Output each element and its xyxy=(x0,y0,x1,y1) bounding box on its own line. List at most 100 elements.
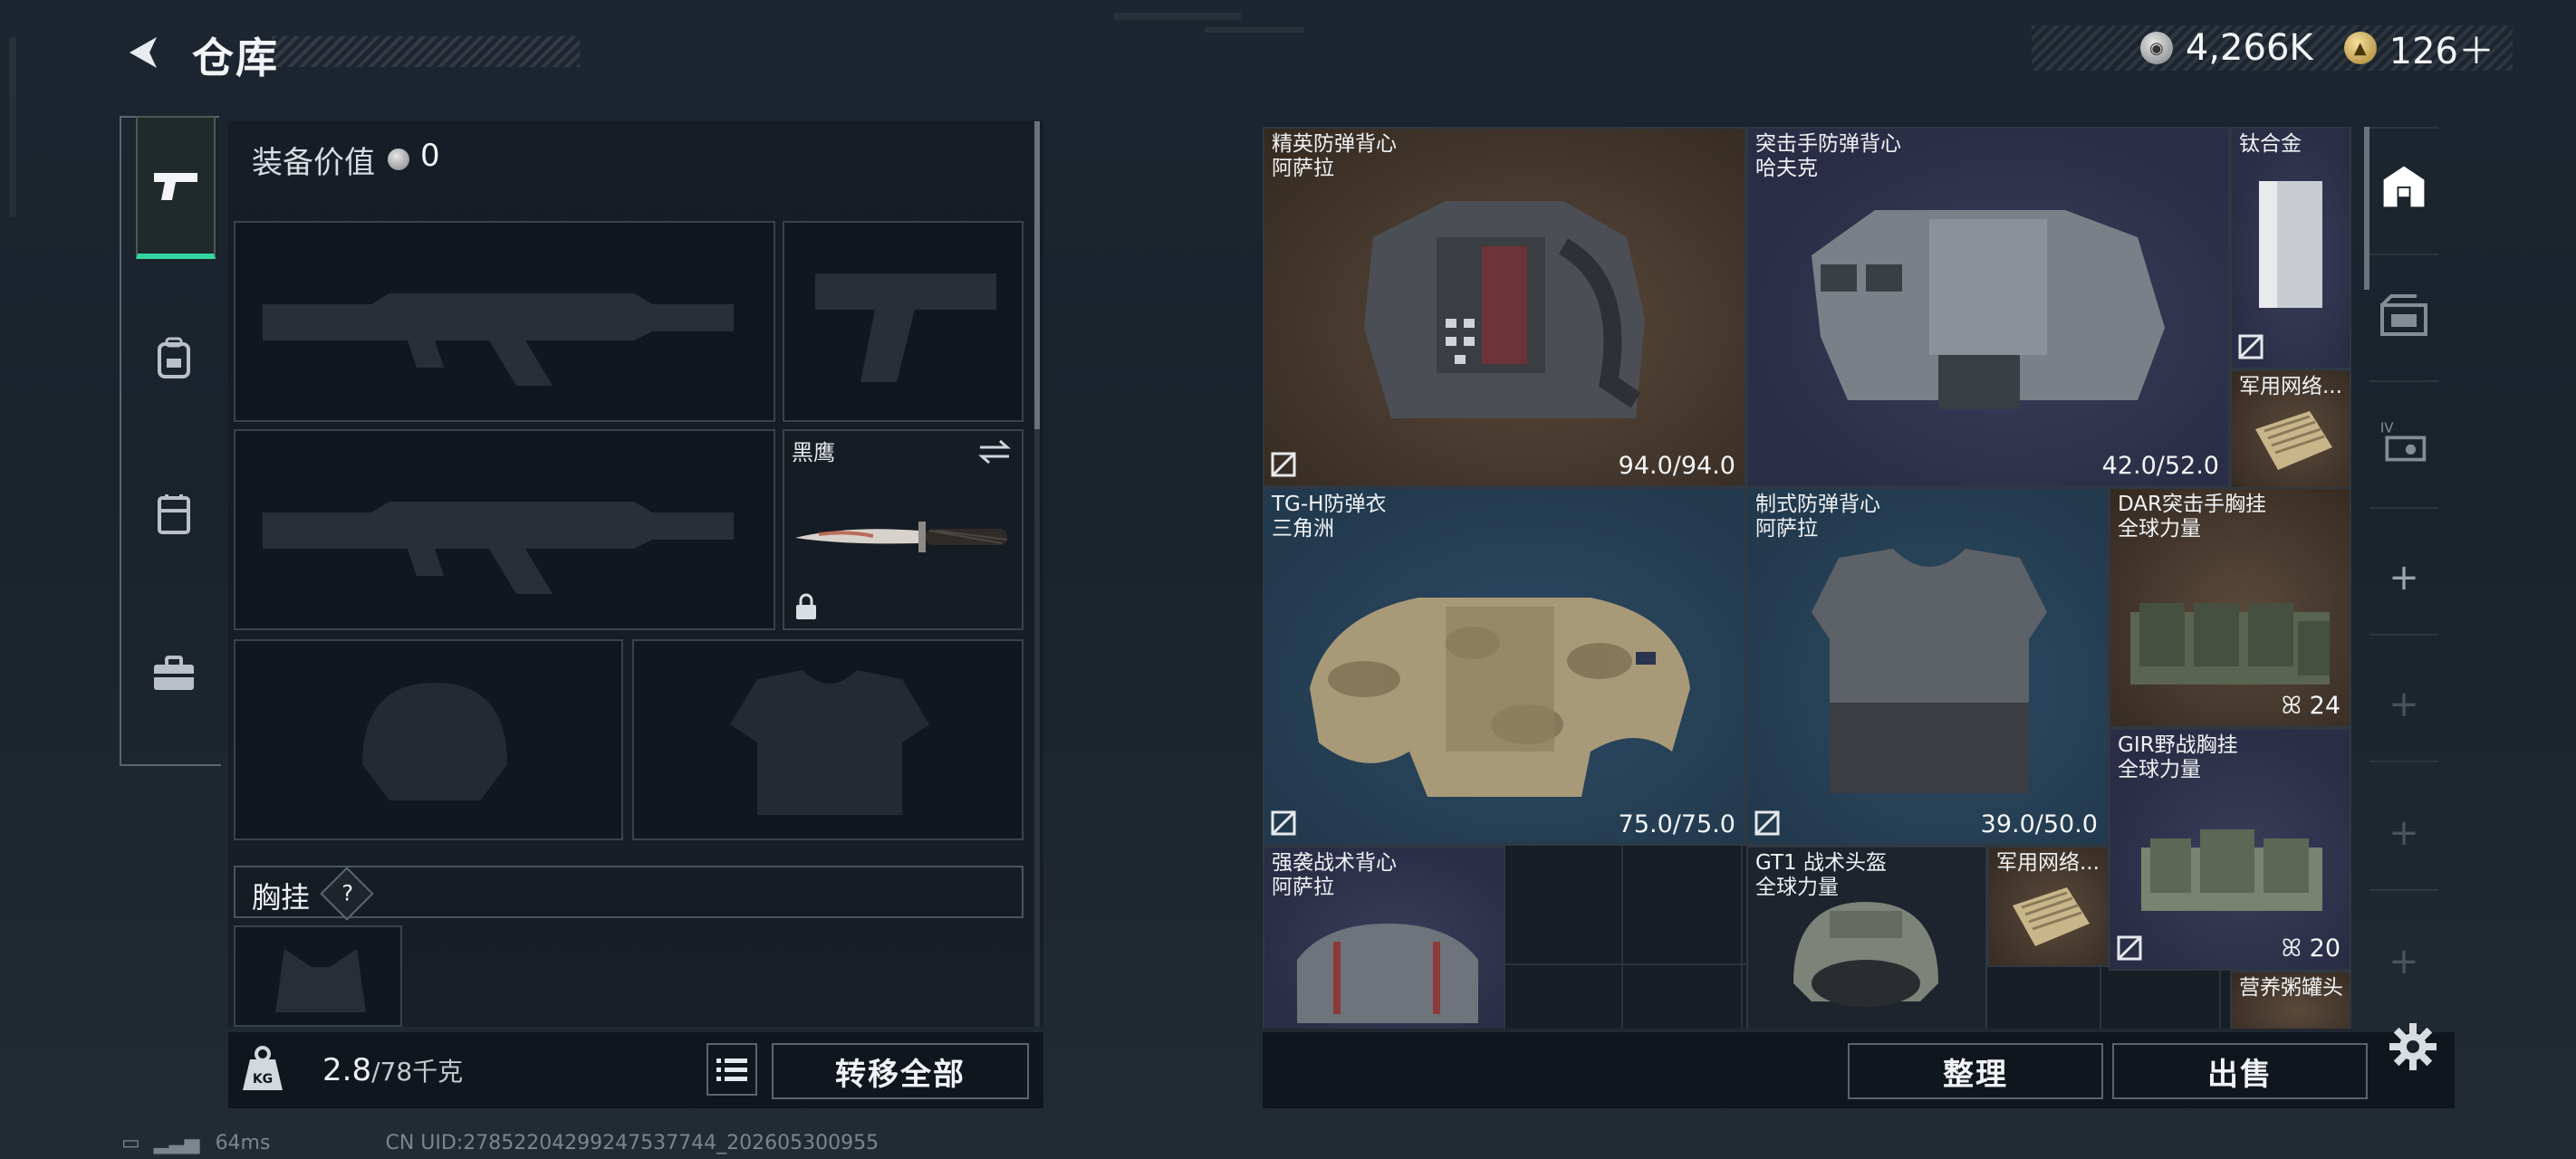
item-durability: 94.0/94.0 xyxy=(1618,452,1735,480)
storage-item[interactable]: GIR野战胸挂 全球力量 ꕤ 20 xyxy=(2109,728,2351,971)
item-name: 突击手防弹背心 哈夫克 xyxy=(1755,132,1901,180)
nav-chest-rig[interactable] xyxy=(136,476,212,552)
currency-bar: ◉ 4,266K ▲ 126＋ xyxy=(2031,22,2513,74)
toolbox-icon xyxy=(154,656,194,690)
svg-text:IV: IV xyxy=(2380,420,2394,436)
rifle-silhouette-icon xyxy=(263,502,734,594)
storage-scroll-thumb[interactable] xyxy=(2364,127,2369,290)
storage-item[interactable]: 军用网络... xyxy=(1987,846,2109,967)
item-count: ꕤ 20 xyxy=(2281,934,2341,963)
armor-image xyxy=(1310,598,1690,797)
storage-item[interactable]: 突击手防弹背心 哈夫克 42.0/52.0 xyxy=(1746,127,2230,487)
gold-currency-value[interactable]: 126＋ xyxy=(2389,22,2494,74)
item-name: 强袭战术背心 阿萨拉 xyxy=(1272,851,1397,899)
silver-coin-icon xyxy=(388,148,409,170)
nav-backpack[interactable] xyxy=(136,321,212,397)
pistol-icon xyxy=(154,173,197,200)
battery-icon: ▭ xyxy=(121,1132,140,1154)
item-name: GIR野战胸挂 全球力量 xyxy=(2118,733,2238,781)
storage-item[interactable]: DAR突击手胸挂 全球力量 ꕤ 24 xyxy=(2109,487,2351,728)
storage-item[interactable]: TG-H防弹衣 三角洲 75.0/75.0 xyxy=(1263,487,1746,846)
chest-rig-silhouette-icon xyxy=(275,949,366,1012)
melee-slot[interactable]: 黑鹰 xyxy=(783,429,1024,630)
titanium-plate-image xyxy=(2259,181,2322,308)
storage-item[interactable]: 营养粥罐头 xyxy=(2230,971,2351,1029)
helmet-silhouette-icon xyxy=(362,683,507,800)
warehouse-icon xyxy=(2380,294,2427,336)
plus-icon: + xyxy=(2389,812,2419,854)
not-insured-icon xyxy=(1271,810,1296,836)
item-count: ꕤ 24 xyxy=(2281,692,2341,720)
page-title: 仓库 xyxy=(192,34,279,82)
lock-icon xyxy=(796,593,816,619)
status-line: ▭ ▂▃▅ 64ms CN UID:27852204299247537744_2… xyxy=(121,1132,879,1154)
add-storage-tab-locked: + xyxy=(2379,679,2429,730)
swap-icon[interactable] xyxy=(976,438,1013,465)
back-button[interactable] xyxy=(118,27,168,78)
list-view-button[interactable] xyxy=(706,1043,757,1096)
item-name: TG-H防弹衣 三角洲 xyxy=(1272,493,1387,541)
help-icon[interactable]: ? xyxy=(320,867,374,921)
weight-current: 2.8 xyxy=(322,1052,372,1088)
back-arrow-icon xyxy=(130,37,157,68)
chest-rig-section: 胸挂 ? xyxy=(234,866,1024,921)
not-insured-icon xyxy=(2238,334,2264,359)
sort-button[interactable]: 整理 xyxy=(1848,1043,2103,1099)
nav-divider xyxy=(2369,507,2438,509)
not-insured-icon xyxy=(2117,935,2142,961)
storage-tab-2[interactable] xyxy=(2379,290,2429,340)
chest-rig-icon xyxy=(158,494,190,534)
armor-silhouette-icon xyxy=(730,670,929,815)
title-decoration xyxy=(272,36,580,67)
storage-tab-main[interactable] xyxy=(2379,161,2429,212)
add-storage-tab[interactable]: + xyxy=(2379,552,2429,603)
nav-weapons[interactable] xyxy=(136,116,216,259)
right-storage-nav: IV + + + + xyxy=(2362,127,2444,1032)
item-name: 军用网络... xyxy=(1996,851,2100,875)
plus-icon: + xyxy=(2389,684,2419,725)
storage-item[interactable]: 强袭战术背心 阿萨拉 xyxy=(1263,846,1505,1029)
vest-image xyxy=(1364,201,1645,418)
rifle-silhouette-icon xyxy=(263,293,734,386)
silver-currency-value: 4,266K xyxy=(2185,27,2313,69)
backpack-icon xyxy=(158,337,190,378)
ping-readout: 64ms xyxy=(215,1132,271,1154)
storage-icon xyxy=(2383,166,2425,207)
network-device-image xyxy=(2255,411,2332,470)
loadout-scroll-thumb[interactable] xyxy=(1034,121,1040,429)
chest-rig-slot[interactable] xyxy=(234,925,402,1027)
item-durability: 39.0/50.0 xyxy=(1980,810,2098,838)
nav-divider xyxy=(2369,127,2438,129)
tactical-vest-image xyxy=(1297,924,1478,1023)
storage-item[interactable]: 钛合金 xyxy=(2230,127,2351,369)
item-durability: 75.0/75.0 xyxy=(1618,810,1735,838)
vest-image xyxy=(1812,210,2165,409)
weight-max: /78千克 xyxy=(371,1057,464,1087)
storage-item[interactable]: GT1 战术头盔 全球力量 xyxy=(1746,846,1987,1029)
not-insured-icon xyxy=(1754,810,1780,836)
equipment-value-label: 装备价值 xyxy=(252,145,375,181)
storage-tab-3[interactable]: IV xyxy=(2379,417,2429,467)
chest-rig-image xyxy=(2130,603,2330,685)
transfer-all-button[interactable]: 转移全部 xyxy=(772,1043,1029,1099)
primary-weapon-slot[interactable] xyxy=(234,221,775,422)
add-storage-tab-locked: + xyxy=(2379,936,2429,987)
storage-item[interactable]: 制式防弹背心 阿萨拉 39.0/50.0 xyxy=(1746,487,2109,846)
background-streak xyxy=(9,36,16,217)
armor-slot[interactable] xyxy=(632,639,1024,840)
helmet-slot[interactable] xyxy=(234,639,623,840)
sell-button[interactable]: 出售 xyxy=(2112,1043,2368,1099)
nav-divider xyxy=(2369,634,2438,636)
item-name: 军用网络... xyxy=(2239,375,2342,398)
settings-button[interactable] xyxy=(2388,1021,2438,1072)
nav-toolbox[interactable] xyxy=(136,636,212,712)
storage-item[interactable]: 军用网络... xyxy=(2230,369,2351,489)
pistol-slot[interactable] xyxy=(783,221,1024,422)
silver-coin-icon: ◉ xyxy=(2139,32,2173,64)
storage-item[interactable]: 精英防弹背心 阿萨拉 94.0/94.0 xyxy=(1263,127,1746,487)
nav-divider xyxy=(2369,889,2438,891)
item-durability: 42.0/52.0 xyxy=(2101,452,2219,480)
equipment-value: 0 xyxy=(420,138,440,174)
secondary-weapon-slot[interactable] xyxy=(234,429,775,630)
add-storage-tab-locked: + xyxy=(2379,808,2429,858)
